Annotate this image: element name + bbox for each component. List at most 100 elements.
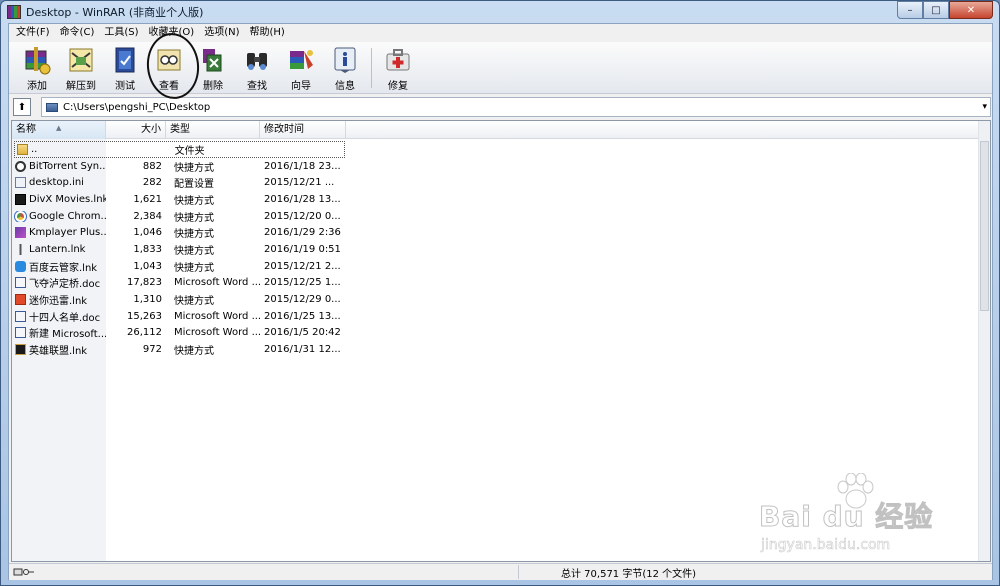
column-header-type[interactable]: 类型: [166, 121, 260, 139]
file-row[interactable]: Lantern.lnk 1,833 快捷方式 2016/1/19 0:51: [12, 241, 347, 258]
file-row[interactable]: DivX Movies.lnk 1,621 快捷方式 2016/1/28 13...: [12, 191, 347, 208]
title-bar[interactable]: Desktop - WinRAR (非商业个人版) – □ ✕: [1, 1, 999, 23]
drive-key-icon: [13, 568, 34, 576]
file-size: 282: [142, 177, 162, 189]
file-name-cell: 迷你迅雷.lnk: [12, 292, 106, 307]
file-name-cell: desktop.ini: [12, 177, 106, 189]
repair-icon: [383, 45, 413, 75]
file-type: 快捷方式: [174, 212, 214, 224]
find-label: 查找: [247, 81, 267, 92]
column-header-name[interactable]: 名称 ▲: [12, 121, 106, 139]
file-name-cell: 新建 Microsoft...: [12, 325, 106, 340]
status-left-pane: [49, 565, 519, 579]
file-row[interactable]: Google Chrom... 2,384 快捷方式 2015/12/20 0...: [12, 208, 347, 225]
extract-button[interactable]: 解压到: [59, 45, 103, 92]
file-name: 百度云管家.lnk: [29, 262, 98, 274]
up-folder-button[interactable]: ⬆: [13, 98, 31, 116]
file-size: 1,043: [133, 260, 162, 272]
menu-commands[interactable]: 命令(C): [55, 24, 100, 42]
winrar-app-icon[interactable]: [7, 5, 21, 19]
add-button[interactable]: 添加: [15, 45, 59, 92]
file-name: desktop.ini: [29, 177, 84, 189]
add-label: 添加: [27, 81, 47, 92]
find-button[interactable]: 查找: [235, 45, 279, 92]
watermark-url: jingyan.baidu.com: [761, 537, 891, 554]
file-name-cell: Google Chrom...: [12, 210, 106, 222]
menu-file[interactable]: 文件(F): [11, 24, 55, 42]
file-name: 英雄联盟.lnk: [29, 346, 88, 358]
file-type: 快捷方式: [174, 262, 214, 274]
word-doc-icon: [15, 310, 26, 322]
repair-label: 修复: [388, 81, 408, 92]
ini-file-icon: [15, 177, 26, 189]
word-doc-icon: [15, 277, 26, 289]
word-doc-icon: [15, 327, 26, 339]
column-name-label: 名称: [16, 124, 36, 135]
bittorrent-icon: [15, 160, 26, 172]
up-arrow-icon: ⬆: [17, 101, 27, 113]
file-name-cell: ..: [14, 143, 107, 155]
xunlei-icon: [15, 294, 26, 306]
file-name: 飞夺泸定桥.doc: [29, 279, 101, 291]
menu-tools[interactable]: 工具(S): [99, 24, 143, 42]
minimize-button[interactable]: –: [897, 1, 923, 19]
toolbar-separator: [371, 48, 372, 88]
file-size: 2,384: [133, 210, 162, 222]
column-header-modified[interactable]: 修改时间: [260, 121, 346, 139]
close-button[interactable]: ✕: [949, 1, 993, 19]
address-path: C:\Users\pengshi_PC\Desktop: [63, 101, 211, 113]
file-row[interactable]: Kmplayer Plus... 1,046 快捷方式 2016/1/29 2:36: [12, 224, 347, 241]
file-row[interactable]: 迷你迅雷.lnk 1,310 快捷方式 2015/12/29 0...: [12, 291, 347, 308]
baidu-jingyan-watermark: Bai du 经验 jingyan.baidu.com: [758, 473, 949, 569]
menu-options[interactable]: 选项(N): [199, 24, 244, 42]
scrollbar-thumb[interactable]: [980, 141, 989, 311]
file-row[interactable]: 新建 Microsoft... 26,112 Microsoft Word ... 2…: [12, 325, 347, 342]
test-button[interactable]: 测试: [103, 45, 147, 92]
kmplayer-icon: [15, 227, 26, 239]
address-field[interactable]: C:\Users\pengshi_PC\Desktop ▾: [41, 97, 991, 117]
file-modified: 2016/1/25 13...: [264, 310, 341, 322]
file-name: BitTorrent Syn...: [29, 160, 106, 172]
vertical-scrollbar[interactable]: [978, 121, 990, 561]
lol-icon: [15, 344, 26, 356]
wizard-button[interactable]: 向导: [279, 45, 323, 92]
file-name-cell: DivX Movies.lnk: [12, 193, 106, 205]
find-icon: [242, 45, 272, 75]
info-button[interactable]: 信息: [323, 45, 367, 92]
maximize-button[interactable]: □: [923, 1, 949, 19]
file-modified: 2015/12/21 ...: [264, 177, 335, 189]
file-type: Microsoft Word ...: [174, 310, 260, 322]
file-row[interactable]: BitTorrent Syn... 882 快捷方式 2016/1/18 23...: [12, 158, 347, 175]
file-row[interactable]: 百度云管家.lnk 1,043 快捷方式 2015/12/21 2...: [12, 258, 347, 275]
file-size: 1,621: [133, 193, 162, 205]
file-row[interactable]: 十四人名单.doc 15,263 Microsoft Word ... 2016/1/…: [12, 308, 347, 325]
file-name-cell: 百度云管家.lnk: [12, 259, 106, 274]
file-type: 快捷方式: [174, 195, 214, 207]
file-row[interactable]: desktop.ini 282 配置设置 2015/12/21 ...: [12, 174, 347, 191]
status-drive-icons[interactable]: [9, 566, 49, 579]
extract-icon: [66, 45, 96, 75]
delete-icon: [198, 45, 228, 75]
file-size: 17,823: [127, 277, 162, 289]
file-name-cell: 飞夺泸定桥.doc: [12, 275, 106, 290]
file-name: 新建 Microsoft...: [29, 329, 106, 341]
extract-label: 解压到: [66, 81, 96, 92]
file-modified: 2015/12/21 2...: [264, 260, 341, 272]
file-type: Microsoft Word ...: [174, 327, 260, 339]
address-dropdown-icon[interactable]: ▾: [982, 102, 987, 112]
column-header-size[interactable]: 大小: [106, 121, 166, 139]
file-size: 15,263: [127, 310, 162, 322]
file-row[interactable]: .. 文件夹: [14, 141, 345, 158]
file-row[interactable]: 英雄联盟.lnk 972 快捷方式 2016/1/31 12...: [12, 341, 347, 358]
lantern-icon: [15, 243, 26, 255]
add-archive-icon: [22, 45, 52, 75]
delete-label: 删除: [203, 81, 223, 92]
menu-help[interactable]: 帮助(H): [245, 24, 290, 42]
file-name: Lantern.lnk: [29, 243, 86, 255]
file-row[interactable]: 飞夺泸定桥.doc 17,823 Microsoft Word ... 2015/12…: [12, 275, 347, 292]
chrome-icon: [14, 210, 27, 222]
file-name: DivX Movies.lnk: [29, 193, 106, 205]
file-modified: 2016/1/19 0:51: [264, 243, 341, 255]
file-modified: 2016/1/29 2:36: [264, 227, 341, 239]
repair-button[interactable]: 修复: [376, 45, 420, 92]
